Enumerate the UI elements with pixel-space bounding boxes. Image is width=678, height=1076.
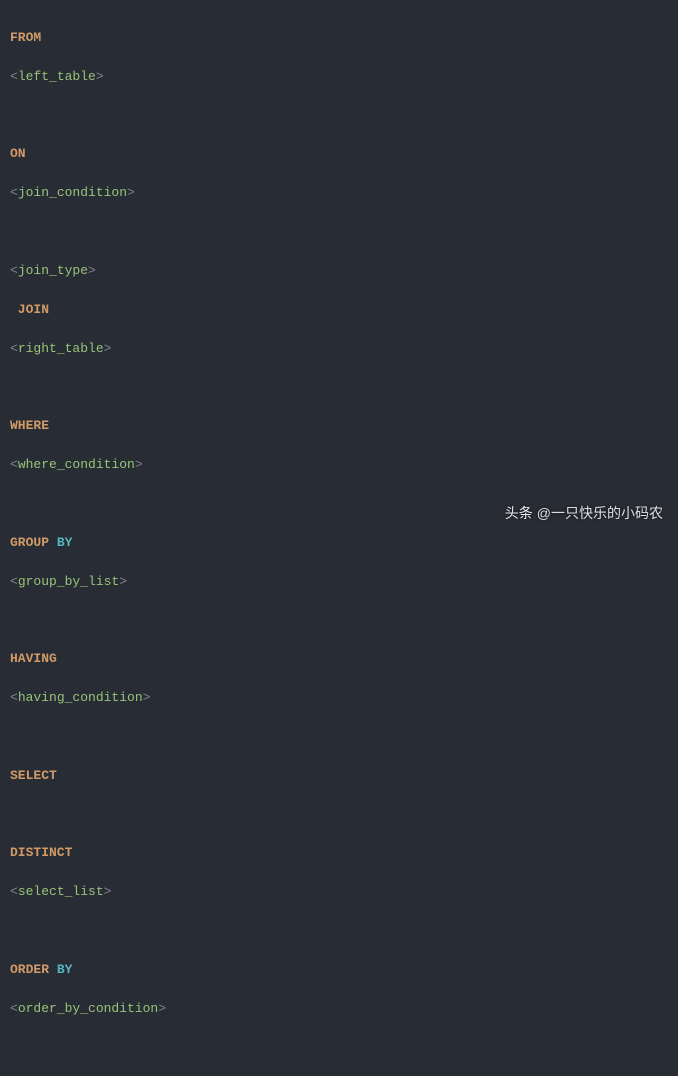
code-line: <where_condition> (10, 455, 668, 475)
angle-bracket: < (10, 884, 18, 899)
placeholder-join-condition: join_condition (18, 185, 127, 200)
angle-bracket: > (104, 884, 112, 899)
code-line: ON (10, 144, 668, 164)
angle-bracket: < (10, 1001, 18, 1016)
code-line: DISTINCT (10, 843, 668, 863)
blank-line (10, 378, 668, 397)
code-line: <group_by_list> (10, 572, 668, 592)
placeholder-select-list: select_list (18, 884, 104, 899)
keyword-select: SELECT (10, 768, 57, 783)
keyword-where: WHERE (10, 418, 49, 433)
code-line: <join_condition> (10, 183, 668, 203)
watermark-label: 头条 (505, 503, 533, 524)
keyword-from: FROM (10, 30, 41, 45)
code-line: GROUP BY (10, 533, 668, 553)
keyword-by: BY (49, 535, 72, 550)
angle-bracket: < (10, 457, 18, 472)
angle-bracket: < (10, 341, 18, 356)
angle-bracket: > (127, 185, 135, 200)
angle-bracket: > (104, 341, 112, 356)
blank-line (10, 106, 668, 125)
placeholder-having-condition: having_condition (18, 690, 143, 705)
code-line: WHERE (10, 416, 668, 436)
watermark-handle: @一只快乐的小码农 (537, 503, 663, 524)
angle-bracket: > (143, 690, 151, 705)
angle-bracket: < (10, 185, 18, 200)
placeholder-join-type: join_type (18, 263, 88, 278)
placeholder-right-table: right_table (18, 341, 104, 356)
blank-line (10, 727, 668, 746)
keyword-group: GROUP (10, 535, 49, 550)
keyword-join: JOIN (10, 302, 49, 317)
placeholder-left-table: left_table (18, 69, 96, 84)
placeholder-group-by-list: group_by_list (18, 574, 119, 589)
angle-bracket: > (135, 457, 143, 472)
blank-line (10, 1038, 668, 1057)
angle-bracket: < (10, 574, 18, 589)
keyword-distinct: DISTINCT (10, 845, 72, 860)
code-line: <join_type> (10, 261, 668, 281)
code-line: SELECT (10, 766, 668, 786)
code-line: <order_by_condition> (10, 999, 668, 1019)
angle-bracket: > (96, 69, 104, 84)
code-line: JOIN (10, 300, 668, 320)
watermark: 头条 @一只快乐的小码农 (505, 503, 663, 524)
angle-bracket: < (10, 263, 18, 278)
code-line: <having_condition> (10, 688, 668, 708)
angle-bracket: > (88, 263, 96, 278)
sql-code-block: FROM <left_table> ON <join_condition> <j… (10, 8, 668, 1076)
blank-line (10, 611, 668, 630)
blank-line (10, 805, 668, 824)
blank-line (10, 222, 668, 241)
placeholder-where-condition: where_condition (18, 457, 135, 472)
code-line: ORDER BY (10, 960, 668, 980)
code-line: <right_table> (10, 339, 668, 359)
keyword-by: BY (49, 962, 72, 977)
placeholder-order-by-condition: order_by_condition (18, 1001, 158, 1016)
code-line: <select_list> (10, 882, 668, 902)
blank-line (10, 921, 668, 940)
code-line: <left_table> (10, 67, 668, 87)
angle-bracket: < (10, 690, 18, 705)
keyword-having: HAVING (10, 651, 57, 666)
angle-bracket: > (158, 1001, 166, 1016)
code-line: FROM (10, 28, 668, 48)
angle-bracket: < (10, 69, 18, 84)
keyword-on: ON (10, 146, 26, 161)
code-line: HAVING (10, 649, 668, 669)
angle-bracket: > (119, 574, 127, 589)
keyword-order: ORDER (10, 962, 49, 977)
